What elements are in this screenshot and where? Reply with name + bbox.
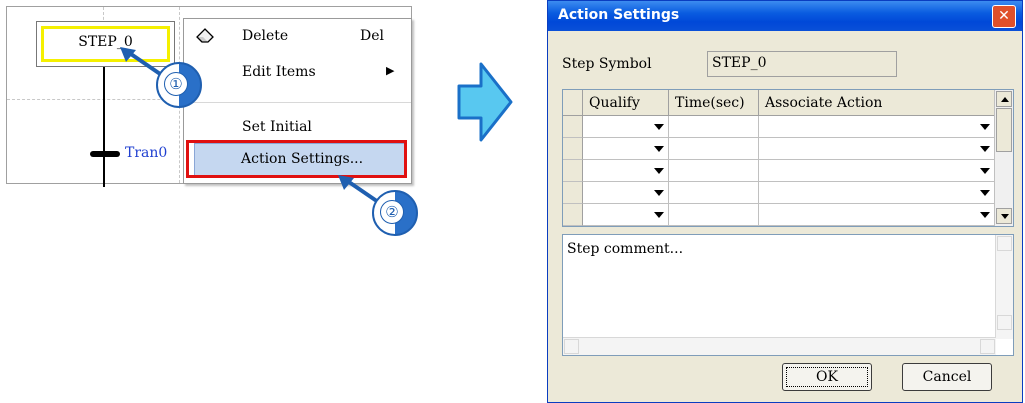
qualify-cell[interactable] bbox=[583, 182, 669, 204]
callout-step-2: ② bbox=[372, 190, 418, 236]
qualify-cell[interactable] bbox=[583, 204, 669, 226]
time-cell[interactable] bbox=[669, 160, 759, 182]
scroll-up-button[interactable] bbox=[997, 236, 1012, 251]
menu-item-shortcut: Del bbox=[360, 28, 384, 44]
menu-separator bbox=[184, 102, 411, 103]
time-cell[interactable] bbox=[669, 138, 759, 160]
dropdown-arrow-icon[interactable] bbox=[980, 168, 990, 174]
cancel-button-label: Cancel bbox=[922, 369, 972, 385]
associate-action-cell[interactable] bbox=[759, 138, 995, 160]
menu-item-label: Edit Items bbox=[242, 64, 316, 80]
dropdown-arrow-icon[interactable] bbox=[980, 190, 990, 196]
comment-vertical-scrollbar[interactable] bbox=[995, 235, 1013, 339]
qualify-cell[interactable] bbox=[583, 138, 669, 160]
step-comment-box[interactable]: Step comment... bbox=[562, 234, 1014, 356]
scroll-down-button[interactable] bbox=[997, 315, 1012, 330]
callout-number: ② bbox=[380, 200, 404, 224]
callout-number: ① bbox=[164, 72, 188, 96]
associate-action-cell[interactable] bbox=[759, 116, 995, 138]
dropdown-arrow-icon[interactable] bbox=[654, 146, 664, 152]
title-bar[interactable]: Action Settings ✕ bbox=[548, 1, 1022, 31]
comment-horizontal-scrollbar[interactable] bbox=[563, 337, 996, 355]
eraser-icon bbox=[196, 28, 214, 43]
menu-item-label: Set Initial bbox=[242, 119, 312, 135]
scroll-right-button[interactable] bbox=[980, 339, 995, 354]
scroll-up-button[interactable] bbox=[996, 91, 1012, 107]
column-header-label: Time(sec) bbox=[675, 95, 745, 111]
dropdown-arrow-icon[interactable] bbox=[654, 190, 664, 196]
column-header-time[interactable]: Time(sec) bbox=[669, 90, 759, 116]
menu-item-label: Delete bbox=[242, 28, 289, 44]
time-cell[interactable] bbox=[669, 204, 759, 226]
dropdown-arrow-icon[interactable] bbox=[654, 168, 664, 174]
associate-action-cell[interactable] bbox=[759, 182, 995, 204]
row-header bbox=[563, 160, 583, 182]
time-cell[interactable] bbox=[669, 116, 759, 138]
row-header bbox=[563, 182, 583, 204]
next-step-arrow-icon bbox=[457, 62, 513, 142]
column-header-label: Associate Action bbox=[765, 95, 883, 111]
step-symbol-field: STEP_0 bbox=[707, 51, 897, 77]
transition-bar[interactable] bbox=[90, 151, 120, 157]
focus-ring bbox=[786, 367, 868, 387]
row-header bbox=[563, 204, 583, 226]
row-header bbox=[563, 138, 583, 160]
dialog-title: Action Settings bbox=[558, 7, 680, 23]
transition-label: Tran0 bbox=[125, 145, 168, 161]
close-button[interactable]: ✕ bbox=[992, 5, 1016, 28]
dropdown-arrow-icon[interactable] bbox=[654, 124, 664, 130]
column-header-qualify[interactable]: Qualify bbox=[583, 90, 669, 116]
action-grid[interactable]: Qualify Time(sec) Associate Action bbox=[562, 89, 1014, 227]
scrollbar-thumb[interactable] bbox=[996, 108, 1012, 152]
dropdown-arrow-icon[interactable] bbox=[654, 212, 664, 218]
scroll-left-button[interactable] bbox=[564, 339, 579, 354]
grid-corner-header bbox=[563, 90, 583, 116]
menu-item-set-initial[interactable]: Set Initial bbox=[184, 110, 411, 144]
ok-button[interactable]: OK bbox=[782, 363, 872, 391]
menu-item-edit-items[interactable]: Edit Items ▶ bbox=[184, 55, 411, 89]
column-header-associate-action[interactable]: Associate Action bbox=[759, 90, 995, 116]
dropdown-arrow-icon[interactable] bbox=[980, 212, 990, 218]
time-cell[interactable] bbox=[669, 182, 759, 204]
qualify-cell[interactable] bbox=[583, 116, 669, 138]
step-comment-text: Step comment... bbox=[567, 241, 684, 257]
dropdown-arrow-icon[interactable] bbox=[980, 124, 990, 130]
cancel-button[interactable]: Cancel bbox=[902, 363, 992, 391]
callout-step-1: ① bbox=[156, 62, 202, 108]
associate-action-cell[interactable] bbox=[759, 160, 995, 182]
scroll-down-button[interactable] bbox=[996, 208, 1012, 224]
row-header bbox=[563, 116, 583, 138]
column-header-label: Qualify bbox=[589, 95, 640, 111]
dropdown-arrow-icon[interactable] bbox=[980, 146, 990, 152]
qualify-cell[interactable] bbox=[583, 160, 669, 182]
sfc-connector-line bbox=[103, 67, 105, 187]
step-symbol-label: Step Symbol bbox=[562, 56, 652, 72]
submenu-arrow-icon: ▶ bbox=[386, 64, 395, 77]
action-settings-dialog: Action Settings ✕ Step Symbol STEP_0 Qua… bbox=[547, 0, 1023, 403]
associate-action-cell[interactable] bbox=[759, 204, 995, 226]
menu-item-delete[interactable]: Delete Del bbox=[184, 19, 411, 53]
grid-vertical-scrollbar[interactable] bbox=[994, 90, 1013, 226]
